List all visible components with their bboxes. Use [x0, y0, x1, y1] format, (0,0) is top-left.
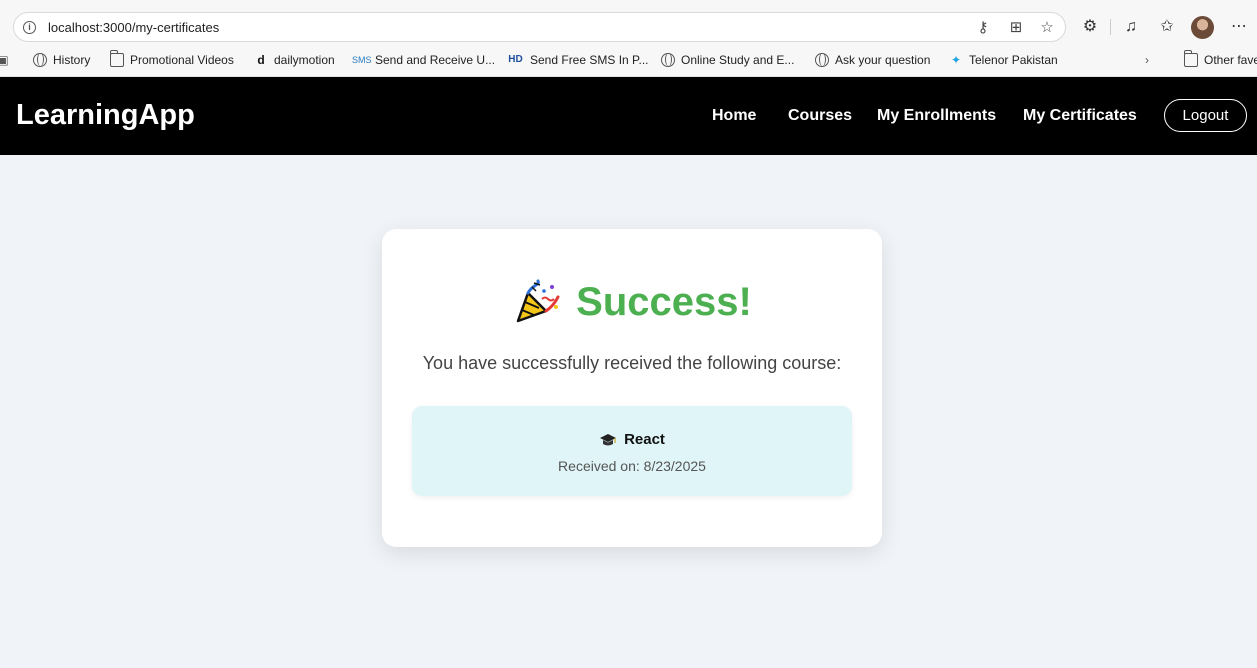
nav-my-certificates[interactable]: My Certificates [1023, 107, 1137, 125]
app-navbar: LearningApp Home Courses My Enrollments … [0, 77, 1257, 155]
apps-icon[interactable]: ⊞ [1007, 19, 1025, 37]
bookmark-promotional-videos[interactable]: Promotional Videos [110, 50, 234, 67]
bookmark-history[interactable]: History [33, 53, 90, 67]
browser-chrome: i localhost:3000/my-certificates ⚷ ⊞ ☆ ⚙… [0, 0, 1257, 77]
bookmark-telenor[interactable]: ✦ Telenor Pakistan [949, 53, 1058, 67]
folder-icon [1184, 50, 1198, 67]
key-icon[interactable]: ⚷ [974, 19, 992, 37]
site-info-icon[interactable]: i [23, 21, 36, 34]
bookmark-other-favorites[interactable]: Other fave [1184, 50, 1257, 67]
success-card: Success! You have successfully received … [382, 229, 882, 547]
bookmark-send-receive[interactable]: SMS Send and Receive U... [352, 53, 495, 67]
favorite-star-icon[interactable]: ☆ [1038, 19, 1056, 37]
logout-button[interactable]: Logout [1164, 99, 1247, 132]
bookmarks-bar: ▣ History Promotional Videos d dailymoti… [0, 50, 1257, 72]
party-popper-icon [516, 279, 560, 323]
sms-icon: SMS [352, 55, 372, 65]
more-menu-icon[interactable]: ⋯ [1228, 16, 1250, 38]
hd-icon: HD [508, 54, 523, 65]
toolbar-divider [1110, 19, 1111, 35]
success-title: Success! [576, 279, 752, 324]
profile-avatar[interactable] [1191, 16, 1214, 39]
globe-icon [815, 53, 829, 67]
address-bar[interactable]: i localhost:3000/my-certificates ⚷ ⊞ ☆ [13, 12, 1066, 42]
bookmarks-more-chevron-icon[interactable]: › [1140, 53, 1154, 67]
nav-my-enrollments[interactable]: My Enrollments [877, 107, 996, 125]
globe-icon [33, 53, 47, 67]
telenor-icon: ✦ [950, 53, 962, 67]
address-url[interactable]: localhost:3000/my-certificates [48, 20, 219, 35]
nav-courses[interactable]: Courses [788, 107, 852, 125]
course-name: React [624, 431, 665, 448]
bookmark-dailymotion[interactable]: d dailymotion [254, 53, 334, 67]
course-item: React Received on: 8/23/2025 [412, 406, 852, 496]
media-control-icon[interactable]: ♫ [1120, 16, 1142, 38]
favorites-icon[interactable]: ✩ [1156, 16, 1178, 38]
brand-logo[interactable]: LearningApp [16, 99, 195, 132]
dailymotion-icon: d [257, 53, 265, 67]
course-name-row: React [412, 431, 852, 448]
graduation-cap-icon [600, 433, 617, 445]
bookmark-ask-question[interactable]: Ask your question [815, 53, 930, 67]
bookmark-overflow-icon[interactable]: ▣ [0, 53, 10, 67]
globe-icon [661, 53, 675, 67]
title-row: Success! [382, 277, 882, 327]
folder-icon [110, 50, 124, 67]
nav-home[interactable]: Home [712, 107, 756, 125]
success-subtitle: You have successfully received the follo… [422, 353, 842, 373]
bookmark-send-free-sms[interactable]: HD Send Free SMS In P... [507, 53, 648, 67]
received-date: Received on: 8/23/2025 [558, 458, 706, 474]
extensions-icon[interactable]: ⚙ [1079, 16, 1101, 38]
bookmark-online-study[interactable]: Online Study and E... [661, 53, 794, 67]
